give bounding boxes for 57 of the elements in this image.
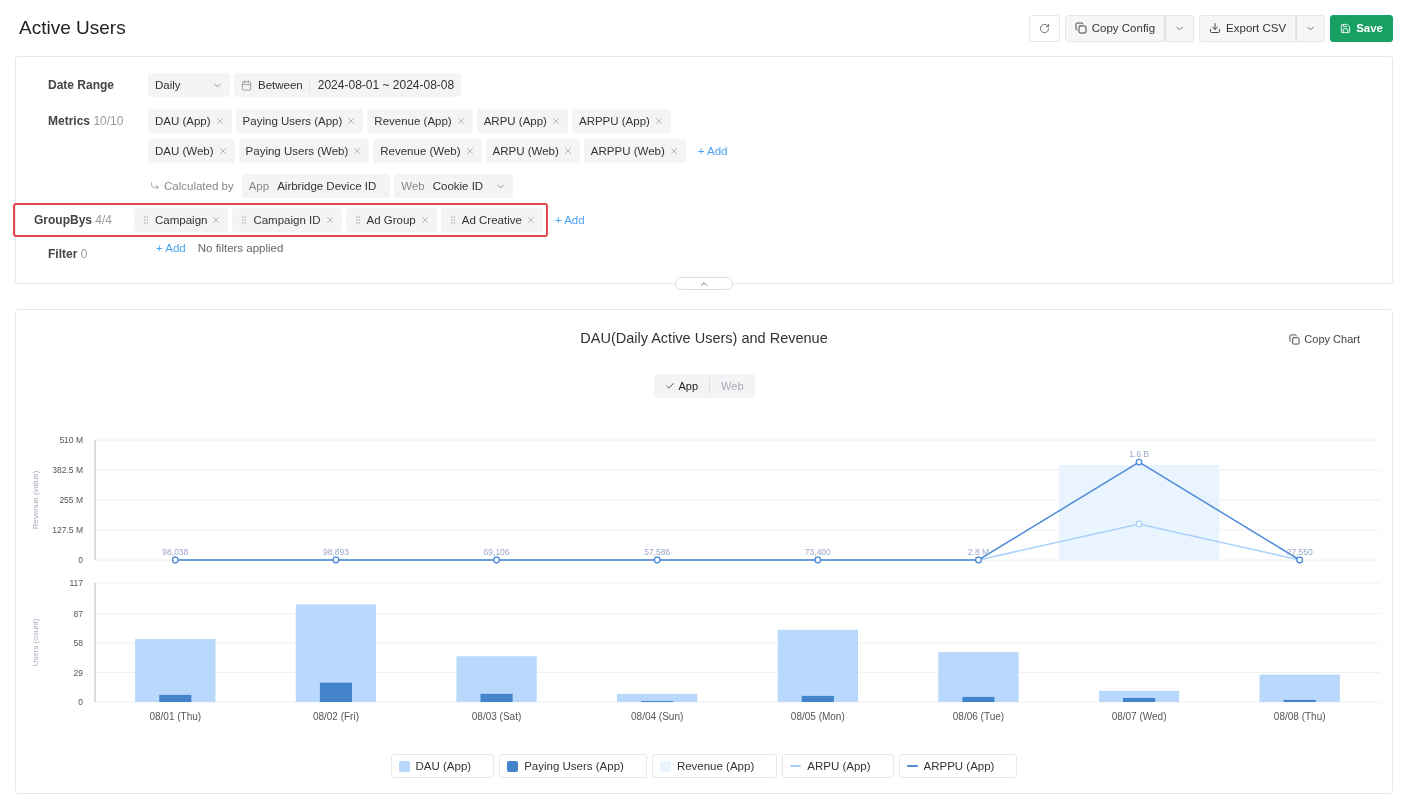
axis-tick-label: 0 xyxy=(78,697,83,707)
tag-label: ARPPU (App) xyxy=(578,115,650,127)
chart-title: DAU(Daily Active Users) and Revenue xyxy=(580,330,828,346)
axis-tick-label: 29 xyxy=(73,667,83,678)
axis-tick-label: 08/07 (Wed) xyxy=(1111,711,1167,722)
axis-tick-label: 58 xyxy=(73,638,83,648)
field-label: Filter 0 xyxy=(48,246,89,263)
data-label: 2.8 M xyxy=(967,547,990,557)
tag-label: Ad Group xyxy=(366,214,416,226)
legend-label: Paying Users (App) xyxy=(524,760,624,772)
legend-label: Revenue (App) xyxy=(676,760,755,772)
axis-tick-label: 08/03 (Sat) xyxy=(471,711,522,722)
axis-tick-label: 117 xyxy=(69,578,83,588)
axis-tick-label: 08/04 (Sun) xyxy=(631,711,684,722)
data-label: 69,106 xyxy=(483,547,510,557)
tag-label: Revenue (Web) xyxy=(380,145,461,157)
tag-label: Paying Users (App) xyxy=(242,115,343,127)
axis-tick-label: 255 M xyxy=(59,495,83,505)
axis-tick-label: 510 M xyxy=(59,435,83,445)
date-range: 2024-08-01 ~ 2024-08-08 xyxy=(308,78,455,92)
axis-title: Revenue (value) xyxy=(31,470,40,530)
field-label: Date Range xyxy=(48,77,116,94)
data-label: 73,400 xyxy=(804,547,831,557)
tag-label: Campaign ID xyxy=(253,214,321,226)
axis-tick-label: 127.5 M xyxy=(52,525,83,535)
axis-tick-label: 382.5 M xyxy=(52,465,83,475)
tag-label: ARPPU (Web) xyxy=(590,145,665,157)
calculated-by-label: Calculated by xyxy=(148,180,234,192)
page-title: Active Users xyxy=(19,17,126,39)
legend-label: DAU (App) xyxy=(415,760,472,772)
tag-label: Revenue (App) xyxy=(374,115,452,127)
tag-label: ARPU (App) xyxy=(483,115,547,127)
axis-title: Users (count) xyxy=(31,618,40,667)
legend-label: ARPU (App) xyxy=(807,760,871,772)
tag-label: DAU (Web) xyxy=(155,145,214,157)
tag-label: Ad Creative xyxy=(461,214,522,226)
field-label: GroupBys 4/4 xyxy=(34,212,114,229)
axis-tick-label: 08/06 (Tue) xyxy=(952,711,1005,722)
range-label: Between xyxy=(258,79,303,91)
axis-tick-label: 87 xyxy=(73,608,83,619)
data-label: 27,550 xyxy=(1286,547,1313,557)
legend-label: ARPPU (App) xyxy=(923,760,995,772)
tag-label: ARPU (Web) xyxy=(492,145,559,157)
field-label: Metrics 10/10 xyxy=(48,113,125,130)
axis-tick-label: 08/01 (Thu) xyxy=(149,711,202,722)
tag-label: DAU (App) xyxy=(155,115,211,127)
tag-label: Campaign xyxy=(155,214,208,226)
axis-tick-label: 0 xyxy=(78,555,83,565)
axis-tick-label: 08/02 (Fri) xyxy=(312,711,359,722)
axis-tick-label: 08/08 (Thu) xyxy=(1273,711,1326,722)
data-label: 57,586 xyxy=(644,547,671,557)
axis-tick-label: 08/05 (Mon) xyxy=(790,711,845,722)
empty-message: No filters applied xyxy=(197,242,284,254)
data-label: 98,038 xyxy=(162,547,189,557)
tag-label: Paying Users (Web) xyxy=(245,145,349,157)
data-label: 1.6 B xyxy=(1129,449,1149,460)
data-label: 98,893 xyxy=(322,547,349,557)
